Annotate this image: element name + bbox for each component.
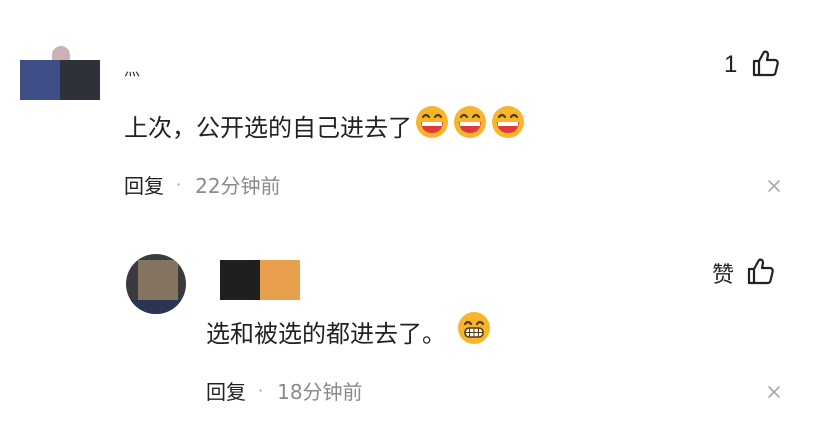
comment-meta: 回复 · 22分钟前 — [124, 170, 281, 199]
laughing-emoji — [414, 104, 450, 146]
meta-separator: · — [176, 175, 182, 194]
laughing-emoji — [452, 104, 488, 146]
reply-text: 选和被选的都进去了。 — [206, 310, 492, 352]
thumbs-up-icon[interactable] — [746, 256, 776, 290]
laughing-emoji — [490, 104, 526, 146]
comment-time: 22分钟前 — [195, 174, 281, 198]
like-label: 赞 — [712, 263, 735, 288]
reply-meta: 回复 · 18分钟前 — [206, 376, 363, 405]
replier-username[interactable] — [220, 260, 300, 300]
meta-separator: · — [258, 381, 264, 400]
thumbs-up-icon[interactable] — [751, 48, 781, 82]
reply-like[interactable]: 赞 — [712, 258, 776, 288]
close-icon[interactable] — [766, 178, 782, 198]
reply-body: 选和被选的都进去了。 — [206, 319, 446, 348]
reply-button[interactable]: 回复 — [124, 170, 164, 199]
like-count: 1 — [724, 51, 738, 78]
comment-like[interactable]: 1 — [724, 50, 781, 80]
reply-button[interactable]: 回复 — [206, 376, 246, 405]
comment-body: 上次，公开选的自己进去了 — [124, 113, 412, 142]
replier-avatar[interactable] — [126, 254, 186, 314]
commenter-username[interactable]: 灬 — [124, 56, 140, 80]
reply-time: 18分钟前 — [277, 380, 363, 404]
commenter-avatar[interactable] — [20, 46, 100, 102]
grinning-emoji — [456, 310, 492, 352]
close-icon[interactable] — [766, 384, 782, 404]
comment-text: 上次，公开选的自己进去了 — [124, 104, 526, 146]
